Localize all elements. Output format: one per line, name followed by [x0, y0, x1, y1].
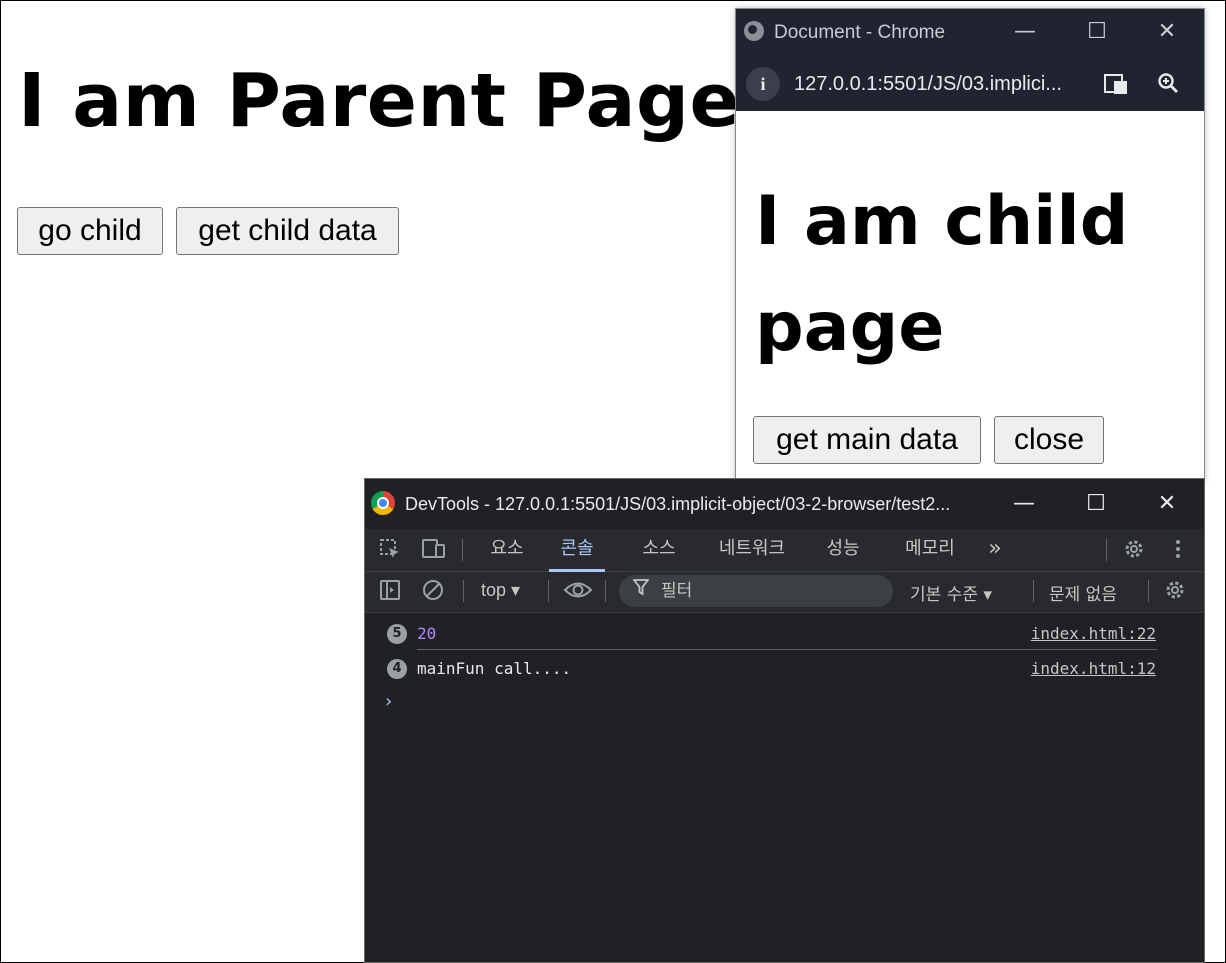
filter-icon — [632, 578, 650, 601]
eye-icon[interactable] — [563, 578, 593, 604]
close-icon[interactable]: ✕ — [1154, 491, 1180, 517]
more-tabs-icon[interactable]: » — [983, 529, 1007, 569]
maximize-icon[interactable]: ☐ — [1083, 491, 1109, 517]
tab-3[interactable]: 소스 — [631, 529, 687, 569]
log-levels-dropdown[interactable]: 기본 수준 ▾ — [910, 580, 992, 605]
devtools-window: DevTools - 127.0.0.1:5501/JS/03.implicit… — [364, 478, 1205, 963]
filter-input[interactable] — [661, 579, 881, 603]
go-child-button[interactable]: go child — [17, 207, 163, 255]
chrome-logo-icon — [371, 491, 395, 515]
console-toolbar: top ▾ 기본 수준 ▾ 문제 없음 — [365, 572, 1204, 613]
more-options-icon[interactable] — [1165, 537, 1191, 563]
context-selector[interactable]: top ▾ — [481, 580, 520, 601]
devtools-title: DevTools - 127.0.0.1:5501/JS/03.implicit… — [405, 494, 951, 514]
close-button[interactable]: close — [994, 416, 1104, 464]
settings-gear-icon[interactable] — [1121, 537, 1147, 563]
log-message: 20 — [417, 624, 437, 643]
device-toolbar-icon[interactable] — [421, 537, 447, 563]
child-window: Document - Chrome — ☐ ✕ i 127.0.0.1:5501… — [735, 8, 1205, 480]
tab-4[interactable]: 네트워크 — [709, 529, 795, 569]
inspect-element-icon[interactable] — [377, 537, 403, 563]
minimize-icon[interactable]: — — [1011, 491, 1037, 517]
site-info-icon[interactable]: i — [746, 67, 780, 101]
maximize-icon[interactable]: ☐ — [1084, 19, 1110, 45]
globe-icon — [744, 21, 764, 41]
console-log-row: 4 mainFun call.... index.html:12 — [365, 651, 1204, 685]
tab-2[interactable]: 콘솔 — [549, 529, 605, 572]
repeat-count-badge: 4 — [387, 659, 407, 679]
log-source-link[interactable]: index.html:22 — [1031, 624, 1156, 643]
translate-icon[interactable] — [1102, 71, 1130, 99]
log-source-link[interactable]: index.html:12 — [1031, 659, 1156, 678]
child-window-titlebar[interactable]: Document - Chrome — ☐ ✕ — [736, 9, 1204, 59]
repeat-count-badge: 5 — [387, 624, 407, 644]
tab-1[interactable]: 요소 — [483, 529, 531, 569]
console-prompt-icon[interactable]: › — [383, 691, 394, 712]
child-address-bar: i 127.0.0.1:5501/JS/03.implici... — [736, 59, 1204, 111]
parent-page-heading: I am Parent Page!! — [18, 58, 809, 144]
sidebar-toggle-icon[interactable] — [377, 578, 403, 604]
clear-console-icon[interactable] — [420, 578, 446, 604]
filter-box — [619, 575, 893, 607]
zoom-icon[interactable] — [1154, 71, 1182, 99]
devtools-tab-bar: 요소 콘솔 소스 네트워크 성능 메모리 » — [365, 529, 1204, 572]
tab-5[interactable]: 성능 — [819, 529, 867, 569]
tab-6[interactable]: 메모리 — [895, 529, 965, 569]
log-message: mainFun call.... — [417, 659, 572, 678]
devtools-titlebar[interactable]: DevTools - 127.0.0.1:5501/JS/03.implicit… — [365, 479, 1204, 529]
child-url[interactable]: 127.0.0.1:5501/JS/03.implici... — [794, 73, 1062, 96]
get-main-data-button[interactable]: get main data — [753, 416, 981, 464]
get-child-data-button[interactable]: get child data — [176, 207, 399, 255]
child-page-heading: I am child page — [755, 182, 1129, 367]
console-settings-icon[interactable] — [1162, 578, 1188, 604]
issues-indicator[interactable]: 문제 없음 — [1049, 580, 1117, 605]
console-log-row: 5 20 index.html:22 — [365, 616, 1204, 650]
minimize-icon[interactable]: — — [1012, 19, 1038, 45]
close-icon[interactable]: ✕ — [1154, 19, 1180, 45]
child-window-title: Document - Chrome — [774, 22, 946, 43]
